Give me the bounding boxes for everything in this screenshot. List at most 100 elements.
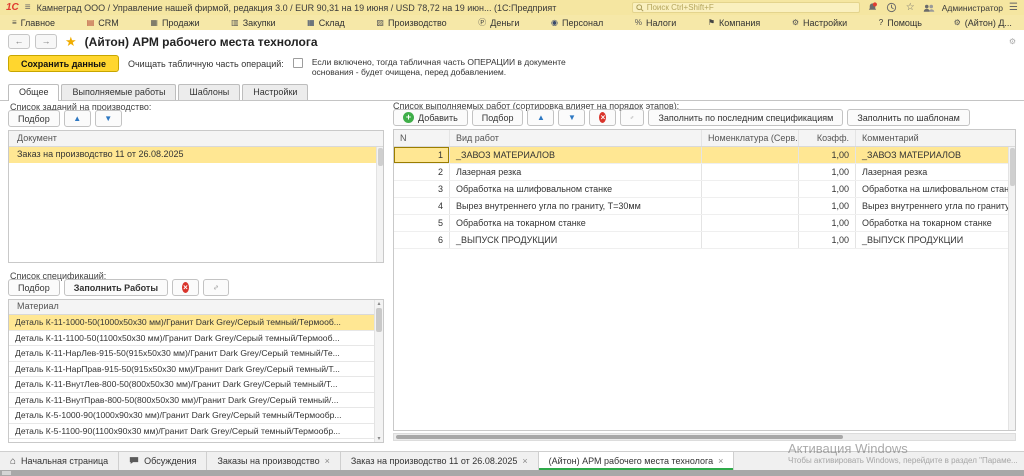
menu-section-icon: ▦ [307,19,315,27]
add-work-button[interactable]: +Добавить [393,109,468,126]
work-row[interactable]: 4 Вырез внутреннего угла по граниту, Т=3… [394,198,1015,215]
chat-icon [129,456,139,467]
link-icon [630,112,634,123]
fill-works-button[interactable]: Заполнить Работы [64,279,168,296]
works-delete-button[interactable]: × [589,109,616,126]
works-move-up-button[interactable]: ▲ [527,109,554,126]
discussions-users-icon[interactable] [923,2,936,14]
window-tab[interactable]: ⌂ Начальная страница × [0,452,119,470]
window-tab-label: Заказы на производство [217,456,319,466]
menu-section-icon: % [635,19,642,27]
specs-link-button[interactable] [203,279,229,296]
menu-section[interactable]: ▥ Закупки [231,18,275,28]
form-tab[interactable]: Общее [8,84,59,101]
material-row[interactable]: Деталь К-11-НарЛев-915-50(915x50x30 мм)/… [9,346,383,362]
menu-section[interactable]: ▤ CRM [87,18,119,28]
work-row[interactable]: 1 _ЗАВОЗ МАТЕРИАЛОВ 1,00 _ЗАВОЗ МАТЕРИАЛ… [394,147,1015,164]
materials-scrollbar[interactable]: ▴ ▾ [374,300,383,442]
menu-section-icon: ⚙ [792,19,799,27]
work-row[interactable]: 6 _ВЫПУСК ПРОДУКЦИИ 1,00 _ВЫПУСК ПРОДУКЦ… [394,232,1015,249]
menu-section-icon: ▤ [87,19,95,27]
tasks-move-up-button[interactable]: ▲ [64,110,91,127]
tasks-podbor-button[interactable]: Подбор [8,110,60,127]
work-row[interactable]: 5 Обработка на токарном станке 1,00 Обра… [394,215,1015,232]
app-window: 1С ≡ Камнеград ООО / Управление нашей фи… [0,0,1024,476]
works-podbor-button[interactable]: Подбор [472,109,524,126]
menu-section[interactable]: ⚙ (Айтон) Д... [954,18,1012,28]
main-menu-icon[interactable]: ≡ [25,2,31,13]
window-tab[interactable]: ⌂ Заказ на производство 11 от 26.08.2025… [341,452,539,470]
menu-section[interactable]: ? Помощь [879,18,922,28]
clear-operations-checkbox[interactable] [293,58,303,68]
search-input[interactable]: Поиск Ctrl+Shift+F [632,2,860,13]
production-orders-table: Документ Заказ на производство 11 от 26.… [8,130,384,263]
work-type-cell: _ВЫПУСК ПРОДУКЦИИ [450,232,702,248]
nomenclature-cell [702,164,799,180]
titlebar-settings-icon[interactable]: ☰ [1009,2,1018,13]
favorites-icon[interactable]: ☆ [904,2,917,14]
menu-section[interactable]: ≡ Главное [12,18,55,28]
works-hscrollbar[interactable] [393,433,1016,441]
production-order-row[interactable]: Заказ на производство 11 от 26.08.2025 [9,147,383,163]
form-settings-icon[interactable]: ⚙ [1009,37,1016,46]
add-icon: + [403,112,414,123]
history-icon[interactable] [885,2,898,14]
specs-delete-button[interactable]: × [172,279,199,296]
doc-column-header: Документ [9,131,383,147]
material-row[interactable]: Деталь К-11-1000-50(1000x50x30 мм)/Грани… [9,315,383,331]
form-tab[interactable]: Выполняемые работы [61,84,176,100]
menu-section[interactable]: % Налоги [635,18,676,28]
delete-icon: × [599,112,606,123]
col-comment: Комментарий [856,130,1015,146]
material-row[interactable]: Деталь К-5-1000-90(1000x90x30 мм)/Гранит… [9,408,383,424]
move-down-icon: ▼ [104,114,112,123]
forward-button[interactable]: → [35,34,57,49]
fill-by-templates-button[interactable]: Заполнить по шаблонам [847,109,970,126]
menu-section[interactable]: ◉ Персонал [551,18,603,28]
works-link-button[interactable] [620,109,644,126]
menu-section-label: Главное [21,18,55,28]
menu-section-icon: ◉ [551,19,558,27]
works-move-down-button[interactable]: ▼ [558,109,585,126]
close-tab-icon[interactable]: × [522,456,527,466]
menu-section[interactable]: ⚑ Компания [708,18,760,28]
favorite-star-icon[interactable]: ★ [65,34,77,50]
back-button[interactable]: ← [8,34,30,49]
save-data-button[interactable]: Сохранить данные [8,55,119,72]
tasks-move-down-button[interactable]: ▼ [95,110,122,127]
works-table-header: N Вид работ Номенклатура (Серв... Коэфф.… [394,130,1015,147]
comment-cell: Вырез внутреннего угла по граниту, Т=30м… [856,198,1015,214]
material-row[interactable]: Деталь К-11-ВнутПрав-800-50(800x50x30 мм… [9,393,383,409]
form-tab[interactable]: Шаблоны [178,84,240,100]
menu-section-icon: ⚑ [708,19,715,27]
works-vscrollbar[interactable] [1008,147,1015,430]
material-row[interactable]: Деталь К-11-1100-50(1100x50x30 мм)/Грани… [9,331,383,347]
close-tab-icon[interactable]: × [325,456,330,466]
notifications-icon[interactable] [866,2,879,14]
material-row[interactable]: Деталь К-5-1100-90(1100x90x30 мм)/Гранит… [9,424,383,440]
menu-section[interactable]: ▦ Продажи [150,18,199,28]
window-tab[interactable]: ⌂ Заказы на производство × [207,452,340,470]
work-row[interactable]: 2 Лазерная резка 1,00 Лазерная резка [394,164,1015,181]
window-tab[interactable]: ⌂ Обсуждения × [119,452,207,470]
specs-podbor-button[interactable]: Подбор [8,279,60,296]
scroll-up-icon[interactable]: ▴ [377,300,380,307]
menu-section[interactable]: ▦ Склад [307,18,345,28]
material-row[interactable]: Деталь К-11-НарПрав-915-50(915x50x30 мм)… [9,362,383,378]
fill-by-last-specs-button[interactable]: Заполнить по последним спецификациям [648,109,843,126]
doc-table-scrollbar[interactable] [376,147,383,262]
window-tab[interactable]: ⌂ (Айтон) АРМ рабочего места технолога × [539,452,735,470]
material-row[interactable]: Деталь К-11-ВнутЛев-800-50(800x50x30 мм)… [9,377,383,393]
tasks-toolbar: Подбор ▲ ▼ [8,110,122,127]
menu-section[interactable]: Ⓟ Деньги [478,18,519,28]
current-user-label[interactable]: Администратор [942,3,1003,13]
menu-section[interactable]: ▨ Производство [376,18,446,28]
work-row[interactable]: 3 Обработка на шлифовальном станке 1,00 … [394,181,1015,198]
close-tab-icon[interactable]: × [718,456,723,466]
form-tab[interactable]: Настройки [242,84,308,100]
work-type-cell: Обработка на токарном станке [450,215,702,231]
menu-section-label: Продажи [162,18,200,28]
scroll-down-icon[interactable]: ▾ [377,435,380,442]
nomenclature-cell [702,181,799,197]
menu-section[interactable]: ⚙ Настройки [792,18,847,28]
